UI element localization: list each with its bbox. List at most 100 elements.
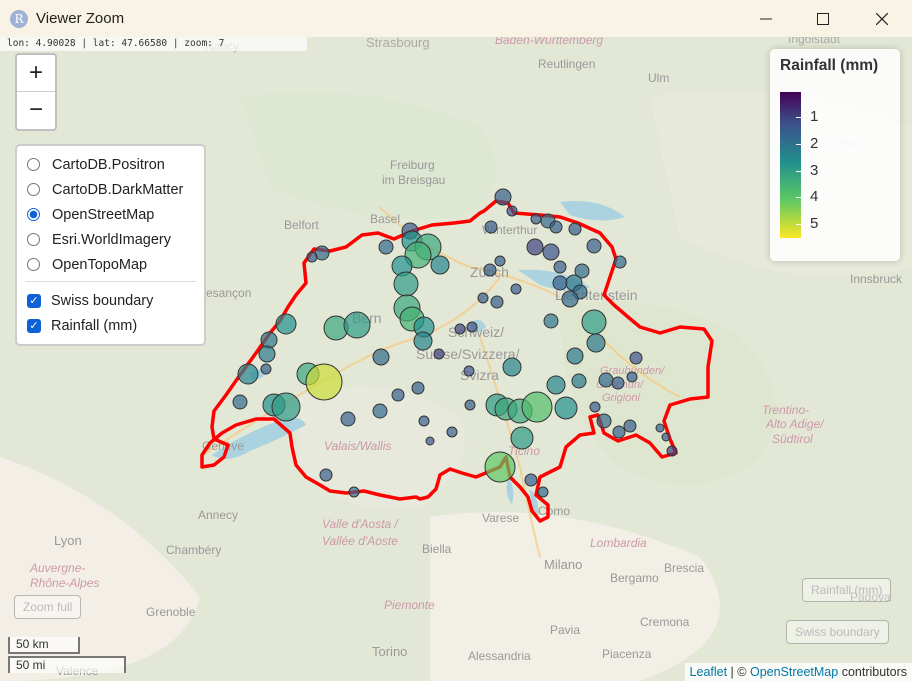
map-canvas[interactable]: NancyStrasbourgBaden-WürttembergReutling… [0, 37, 912, 681]
rainfall-point[interactable] [454, 323, 466, 335]
rainfall-point[interactable] [425, 436, 435, 446]
rainfall-point[interactable] [483, 263, 497, 277]
rainfall-point[interactable] [655, 423, 665, 433]
overlay-checkbox[interactable]: ✓ [27, 293, 41, 308]
rainfall-point[interactable] [430, 255, 450, 275]
basemap-option[interactable]: CartoDB.DarkMatter [17, 177, 204, 202]
rainfall-point[interactable] [586, 333, 606, 353]
rainfall-point[interactable] [537, 486, 549, 498]
rainfall-point[interactable] [589, 401, 601, 413]
basemap-option[interactable]: CartoDB.Positron [17, 152, 204, 177]
rainfall-point[interactable] [391, 388, 405, 402]
rainfall-point[interactable] [568, 222, 582, 236]
basemap-radio[interactable] [27, 183, 40, 196]
rainfall-point[interactable] [260, 363, 272, 375]
basemap-option[interactable]: Esri.WorldImagery [17, 227, 204, 252]
rainfall-point[interactable] [510, 283, 522, 295]
overlay-option[interactable]: ✓ Rainfall (mm) [17, 313, 204, 338]
minimize-button[interactable] [738, 0, 794, 37]
place-label: Varese [482, 511, 519, 525]
rainfall-point[interactable] [571, 373, 587, 389]
rainfall-point[interactable] [340, 411, 356, 427]
rainfall-point[interactable] [446, 426, 458, 438]
rainfall-point[interactable] [596, 413, 612, 429]
rainfall-point[interactable] [319, 468, 333, 482]
rainfall-point[interactable] [661, 432, 671, 442]
rainfall-point[interactable] [581, 309, 607, 335]
rainfall-point[interactable] [275, 313, 297, 335]
rainfall-point[interactable] [526, 238, 544, 256]
rainfall-point[interactable] [623, 419, 637, 433]
basemap-radio[interactable] [27, 258, 40, 271]
zoom-in-button[interactable]: + [17, 55, 55, 92]
basemap-option[interactable]: OpenTopoMap [17, 252, 204, 277]
rainfall-point[interactable] [561, 290, 579, 308]
basemap-radio[interactable] [27, 158, 40, 171]
rainfall-point[interactable] [418, 415, 430, 427]
leaflet-link[interactable]: Leaflet [690, 665, 728, 679]
rainfall-point[interactable] [237, 363, 259, 385]
rainfall-point[interactable] [502, 357, 522, 377]
rainfall-point[interactable] [613, 255, 627, 269]
rainfall-point[interactable] [413, 331, 433, 351]
place-label: Piemonte [384, 598, 435, 612]
rainfall-point[interactable] [343, 311, 371, 339]
rainfall-point[interactable] [629, 351, 643, 365]
rainfall-point[interactable] [372, 348, 390, 366]
osm-link[interactable]: OpenStreetMap [750, 665, 838, 679]
rainfall-point[interactable] [393, 271, 419, 297]
rainfall-point[interactable] [666, 445, 678, 457]
rainfall-point[interactable] [306, 251, 318, 263]
rainfall-point[interactable] [626, 371, 638, 383]
overlay-checkbox[interactable]: ✓ [27, 318, 41, 333]
close-button[interactable] [854, 0, 910, 37]
rainfall-point[interactable] [258, 345, 276, 363]
rainfall-point[interactable] [378, 239, 394, 255]
rainfall-point[interactable] [260, 331, 278, 349]
rainfall-layer-button[interactable]: Rainfall (mm) [802, 578, 892, 602]
overlay-option[interactable]: ✓ Swiss boundary [17, 288, 204, 313]
rainfall-point[interactable] [411, 381, 425, 395]
rainfall-point[interactable] [510, 426, 534, 450]
basemap-label: OpenStreetMap [52, 206, 155, 223]
rainfall-point[interactable] [542, 243, 560, 261]
rainfall-point[interactable] [552, 275, 568, 291]
rainfall-point[interactable] [348, 486, 360, 498]
rainfall-point[interactable] [549, 220, 563, 234]
place-label: Auvergne- [29, 561, 85, 575]
rainfall-point[interactable] [524, 473, 538, 487]
rainfall-point[interactable] [543, 313, 559, 329]
rainfall-point[interactable] [494, 188, 512, 206]
rainfall-point[interactable] [490, 295, 504, 309]
rainfall-point[interactable] [477, 292, 489, 304]
basemap-option[interactable]: OpenStreetMap [17, 202, 204, 227]
rainfall-point[interactable] [484, 220, 498, 234]
rainfall-point[interactable] [305, 363, 343, 401]
rainfall-point[interactable] [494, 255, 506, 267]
rainfall-point[interactable] [466, 321, 478, 333]
zoom-out-button[interactable]: − [17, 92, 55, 128]
rainfall-point[interactable] [530, 213, 542, 225]
basemap-radio[interactable] [27, 208, 40, 221]
rainfall-point[interactable] [232, 394, 248, 410]
rainfall-point[interactable] [463, 365, 475, 377]
zoom-full-button[interactable]: Zoom full [14, 595, 82, 619]
rainfall-point[interactable] [586, 238, 602, 254]
rainfall-point[interactable] [506, 205, 518, 217]
rainfall-point[interactable] [521, 391, 553, 423]
swiss-boundary-button[interactable]: Swiss boundary [786, 620, 889, 644]
rainfall-point[interactable] [484, 451, 516, 483]
rainfall-point[interactable] [554, 396, 578, 420]
rainfall-point[interactable] [566, 347, 584, 365]
rainfall-point[interactable] [612, 425, 626, 439]
rainfall-point[interactable] [611, 376, 625, 390]
rainfall-point[interactable] [546, 375, 566, 395]
rainfall-point[interactable] [433, 348, 445, 360]
rainfall-point[interactable] [372, 403, 388, 419]
rainfall-point[interactable] [271, 392, 301, 422]
rainfall-point[interactable] [598, 372, 614, 388]
maximize-button[interactable] [795, 0, 851, 37]
basemap-radio[interactable] [27, 233, 40, 246]
rainfall-point[interactable] [553, 260, 567, 274]
rainfall-point[interactable] [464, 399, 476, 411]
